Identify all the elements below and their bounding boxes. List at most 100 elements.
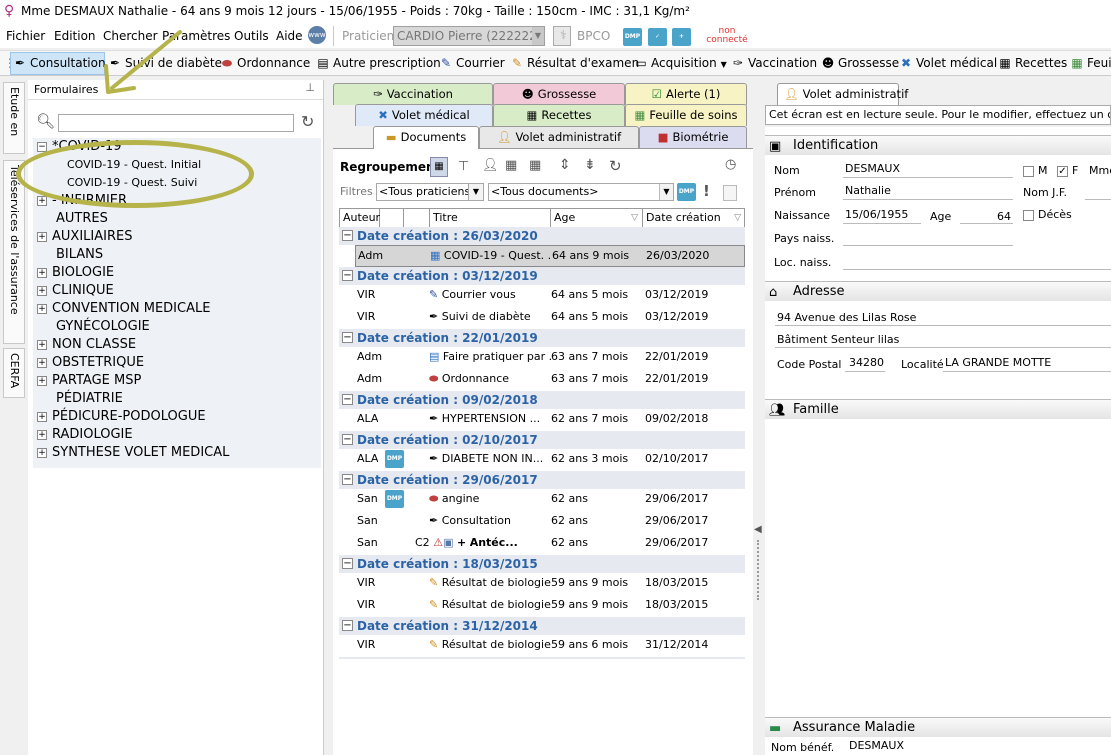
collapse-icon[interactable]: − (342, 394, 353, 405)
tree-item-pediatrie[interactable]: PÉDIATRIE (56, 390, 123, 408)
table-row[interactable]: Adm ▦ COVID-19 - Quest. ... 64 ans 9 moi… (355, 245, 745, 267)
tree-item-gynecologie[interactable]: GYNÉCOLOGIE (56, 318, 150, 336)
tree-group-radiologie[interactable]: + RADIOLOGIE (37, 426, 133, 444)
group-row[interactable]: − Date création : 02/10/2017 (339, 431, 745, 449)
group-row[interactable]: − Date création : 29/06/2017 (339, 471, 745, 489)
tab-teleservices[interactable]: Téléservices de l'assurance maladie (3, 160, 25, 344)
table-row[interactable]: VIR ✎ Résultat de biologie 59 ans 9 mois… (355, 573, 745, 595)
expand-icon[interactable]: + (37, 286, 47, 296)
collapse-icon[interactable]: − (342, 474, 353, 485)
tab-documents[interactable]: ▬ Documents (373, 126, 479, 149)
collapse-all-icon[interactable]: ⇟ (584, 157, 596, 173)
group-row[interactable]: − Date création : 03/12/2019 (339, 267, 745, 285)
tree-group-synthese[interactable]: + SYNTHESE VOLET MEDICAL (37, 444, 229, 462)
acquisition-button[interactable]: ▭ Acquisition ▼ (634, 51, 726, 77)
tree-group-biologie[interactable]: + BIOLOGIE (37, 264, 114, 282)
expand-icon[interactable]: + (37, 268, 47, 278)
feuille-button[interactable]: ▦ Feui (1070, 51, 1111, 76)
consultation-button[interactable]: ✒ Consultation (10, 52, 106, 75)
tree-group-auxiliaires[interactable]: + AUXILIAIRES (37, 228, 132, 246)
tab-cerfa[interactable]: CERFA (3, 348, 25, 398)
tree-item-autres[interactable]: AUTRES (56, 210, 108, 228)
expand-all-icon[interactable]: ⇕ (559, 157, 571, 173)
expand-icon[interactable]: + (37, 196, 47, 206)
tree-group-partage-msp[interactable]: + PARTAGE MSP (37, 372, 141, 390)
menu-edition[interactable]: Edition (54, 24, 96, 48)
praticien-select[interactable]: CARDIO Pierre (222222226) ▼ (393, 26, 545, 46)
autre-prescription-button[interactable]: ▤ Autre prescription (316, 51, 440, 76)
expand-icon[interactable]: + (37, 412, 47, 422)
col-blank1[interactable] (380, 209, 404, 227)
tab-recettes[interactable]: ▦ Recettes (493, 104, 625, 126)
group-row[interactable]: − Date création : 31/12/2014 (339, 617, 745, 635)
deces-checkbox[interactable] (1023, 210, 1034, 221)
collapse-icon[interactable]: − (342, 230, 353, 241)
date-time-icon[interactable]: ▦ (529, 158, 541, 173)
dmp-icon[interactable]: DMP (623, 28, 642, 46)
expand-icon[interactable]: + (37, 430, 47, 440)
sex-m-checkbox[interactable] (1023, 166, 1034, 177)
bpco-label[interactable]: BPCO (577, 29, 610, 43)
tab-volet-administratif[interactable]: 👤︎ Volet administratif (479, 126, 639, 148)
grossesse-button[interactable]: ☻ Grossesse (821, 51, 899, 76)
courrier-button[interactable]: ✎ Courrier (439, 51, 505, 76)
pin-icon[interactable]: ⊥ (305, 81, 315, 94)
tree-item-bilans[interactable]: BILANS (56, 246, 103, 264)
resultat-examen-button[interactable]: ✎ Résultat d'examen (510, 51, 639, 76)
refresh-icon[interactable]: ↻ (609, 157, 622, 175)
table-row[interactable]: San DMP ⬬ angine 62 ans 29/06/2017 (355, 489, 745, 511)
clock-icon[interactable]: ◷ (725, 157, 736, 172)
tree-group-pedicure[interactable]: + PÉDICURE-PODOLOGUE (37, 408, 206, 426)
col-titre[interactable]: Titre (430, 209, 551, 227)
volet-medical-button[interactable]: ✖ Volet médical (899, 51, 997, 76)
table-row[interactable]: VIR ✎ Résultat de biologie 59 ans 9 mois… (355, 595, 745, 617)
menu-outils[interactable]: Outils (234, 24, 269, 48)
recettes-button[interactable]: ▦ Recettes (998, 51, 1067, 76)
table-row[interactable]: San C2 ⚠▣ + Antéc... 62 ans 29/06/2017 (355, 533, 745, 555)
vaccination-button[interactable]: ✑ Vaccination (731, 51, 817, 76)
dmp-add-icon[interactable]: + (672, 28, 691, 46)
chevron-down-icon[interactable]: ▼ (468, 183, 484, 201)
group-row[interactable]: − Date création : 22/01/2019 (339, 329, 745, 347)
expand-icon[interactable]: + (37, 304, 47, 314)
table-row[interactable]: ALA ✒ HYPERTENSION ... 62 ans 7 mois 09/… (355, 409, 745, 431)
collapse-icon[interactable]: − (342, 558, 353, 569)
alert-filter-icon[interactable]: ! (703, 182, 710, 200)
group-row[interactable]: − Date création : 18/03/2015 (339, 555, 745, 573)
table-row[interactable]: VIR ✎ Résultat de biologie 59 ans 6 mois… (355, 635, 745, 657)
ordonnance-button[interactable]: ⬬ Ordonnance (220, 51, 310, 76)
collapse-icon[interactable]: − (342, 434, 353, 445)
expand-icon[interactable]: + (37, 232, 47, 242)
menu-aide[interactable]: Aide (276, 24, 303, 48)
tab-right-volet-administratif[interactable]: 👤︎ Volet administratif (777, 83, 908, 105)
tab-biometrie[interactable]: ■ Biométrie (639, 126, 747, 148)
col-auteur[interactable]: Auteur (340, 209, 380, 227)
expand-icon[interactable]: + (37, 376, 47, 386)
tab-vaccination[interactable]: ✑ Vaccination (333, 83, 493, 105)
tree-group-clinique[interactable]: + CLINIQUE (37, 282, 114, 300)
collapse-icon[interactable]: − (342, 332, 353, 343)
tree-view-icon[interactable]: ⊤ (458, 159, 469, 174)
table-row[interactable]: VIR ✒ Suivi de diabète 64 ans 5 mois 03/… (355, 307, 745, 329)
expand-icon[interactable]: + (37, 448, 47, 458)
person-icon[interactable]: 👤︎ (482, 158, 499, 173)
filter-toggle-icon[interactable] (723, 185, 737, 201)
menu-fichier[interactable]: Fichier (6, 24, 45, 48)
table-row[interactable]: Adm ▤ Faire pratiquer par ... 63 ans 7 m… (355, 347, 745, 369)
panel-splitter[interactable]: ◀ (753, 80, 765, 755)
tab-etude-en-ligne[interactable]: Etude en ligne (0, 82, 25, 154)
refresh-icon[interactable]: ↻ (301, 112, 314, 131)
tab-feuille-soins[interactable]: ▦ Feuille de soins (625, 104, 747, 126)
tab-grossesse[interactable]: ☻ Grossesse (493, 83, 625, 105)
tab-alerte[interactable]: ☑ Alerte (1) (625, 83, 747, 105)
tab-volet-medical[interactable]: ✖ Volet médical (355, 104, 493, 126)
table-row[interactable]: Adm ⬬ Ordonnance 63 ans 7 mois 22/01/201… (355, 369, 745, 391)
dmp-check-icon[interactable]: ✓ (648, 28, 667, 46)
col-blank2[interactable] (404, 209, 430, 227)
group-row[interactable]: − Date création : 09/02/2018 (339, 391, 745, 409)
filter-documents-select[interactable]: <Tous documents> ▼ (488, 183, 674, 201)
expand-icon[interactable]: + (37, 358, 47, 368)
col-date-creation[interactable]: Date création ▽ (643, 209, 745, 227)
calendar-icon[interactable]: ▦ (430, 157, 448, 177)
expand-icon[interactable]: + (37, 340, 47, 350)
